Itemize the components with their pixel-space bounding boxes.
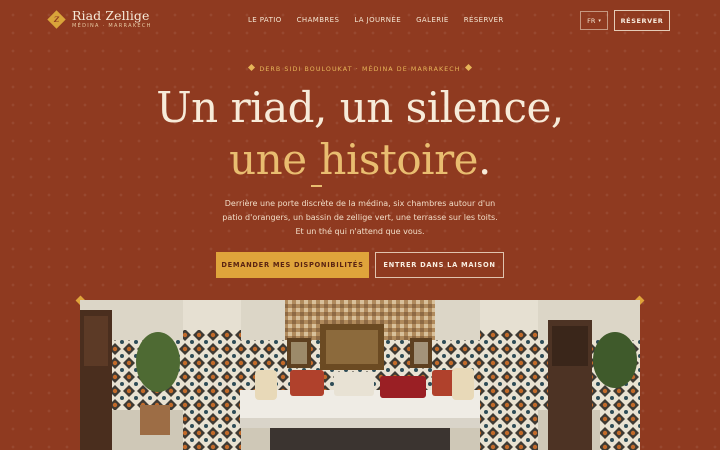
hero-lead-line: Et un thé qui n'attend que vous. xyxy=(295,227,425,236)
chevron-down-icon: ▾ xyxy=(598,17,601,24)
nav-item-la-journee[interactable]: LA JOURNÉE xyxy=(354,15,401,25)
hero-title: Un riad, un silence, une histoire. xyxy=(0,82,720,186)
riad-patio-photo xyxy=(80,300,640,450)
request-availability-button[interactable]: DEMANDER MES DISPONIBILITÉS xyxy=(216,252,369,278)
site-header: Z Riad Zellige MÉDINA · MARRAKECH LE PAT… xyxy=(0,0,720,42)
main-nav: LE PATIO CHAMBRES LA JOURNÉE GALERIE RÉS… xyxy=(248,15,519,25)
text-cursor-underline xyxy=(311,185,322,187)
nav-item-reserver[interactable]: RÉSERVER xyxy=(464,15,504,25)
hero-title-line2: une histoire. xyxy=(0,134,720,186)
hero-lead-line: patio d'orangers, un bassin de zellige v… xyxy=(222,213,498,222)
diamond-monogram-icon: Z xyxy=(47,10,66,29)
language-label: FR xyxy=(587,16,596,25)
hero-title-line2-text: une histoire xyxy=(229,135,478,184)
hero-title-line1: Un riad, un silence, xyxy=(156,83,564,132)
brand-name: Riad Zellige xyxy=(72,8,150,23)
diamond-icon xyxy=(248,63,256,72)
nav-item-chambres[interactable]: CHAMBRES xyxy=(297,15,340,25)
nav-item-galerie[interactable]: GALERIE xyxy=(416,15,449,25)
brand-subtitle: MÉDINA · MARRAKECH xyxy=(72,23,152,29)
patio-illustration xyxy=(80,300,640,450)
reserve-button[interactable]: RÉSERVER xyxy=(614,10,670,31)
brand-text: Riad Zellige MÉDINA · MARRAKECH xyxy=(72,9,152,30)
hero-lead-line: Derrière une porte discrète de la médina… xyxy=(224,199,496,208)
nav-item-le-patio[interactable]: LE PATIO xyxy=(248,15,282,25)
hero-eyebrow-text: DERB SIDI BOULOUKAT · MÉDINA DE MARRAKEC… xyxy=(259,66,461,73)
hero-lead: Derrière une porte discrète de la médina… xyxy=(220,197,500,239)
enter-house-button[interactable]: ENTRER DANS LA MAISON xyxy=(375,252,504,278)
diamond-icon xyxy=(464,63,472,72)
brand-logo[interactable]: Z Riad Zellige MÉDINA · MARRAKECH xyxy=(47,9,152,30)
hero-eyebrow: DERB SIDI BOULOUKAT · MÉDINA DE MARRAKEC… xyxy=(0,63,720,73)
language-selector[interactable]: FR ▾ xyxy=(580,11,608,30)
hero-title-dot: . xyxy=(478,135,491,184)
